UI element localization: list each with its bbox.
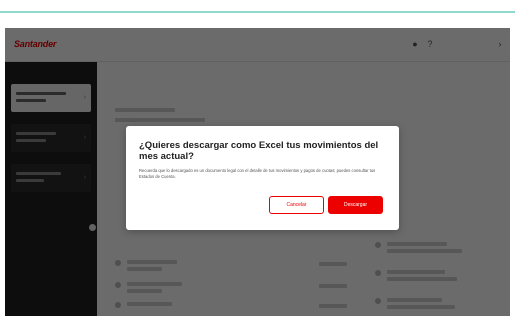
dialog-body: Recuerda que lo descargado es un documen… [139, 168, 376, 179]
download-button[interactable]: Descargar [328, 196, 383, 214]
cancel-button[interactable]: Cancelar [269, 196, 324, 214]
download-excel-dialog: ¿Quieres descargar como Excel tus movimi… [126, 126, 399, 230]
dialog-title: ¿Quieres descargar como Excel tus movimi… [139, 140, 379, 162]
top-divider [0, 11, 515, 13]
